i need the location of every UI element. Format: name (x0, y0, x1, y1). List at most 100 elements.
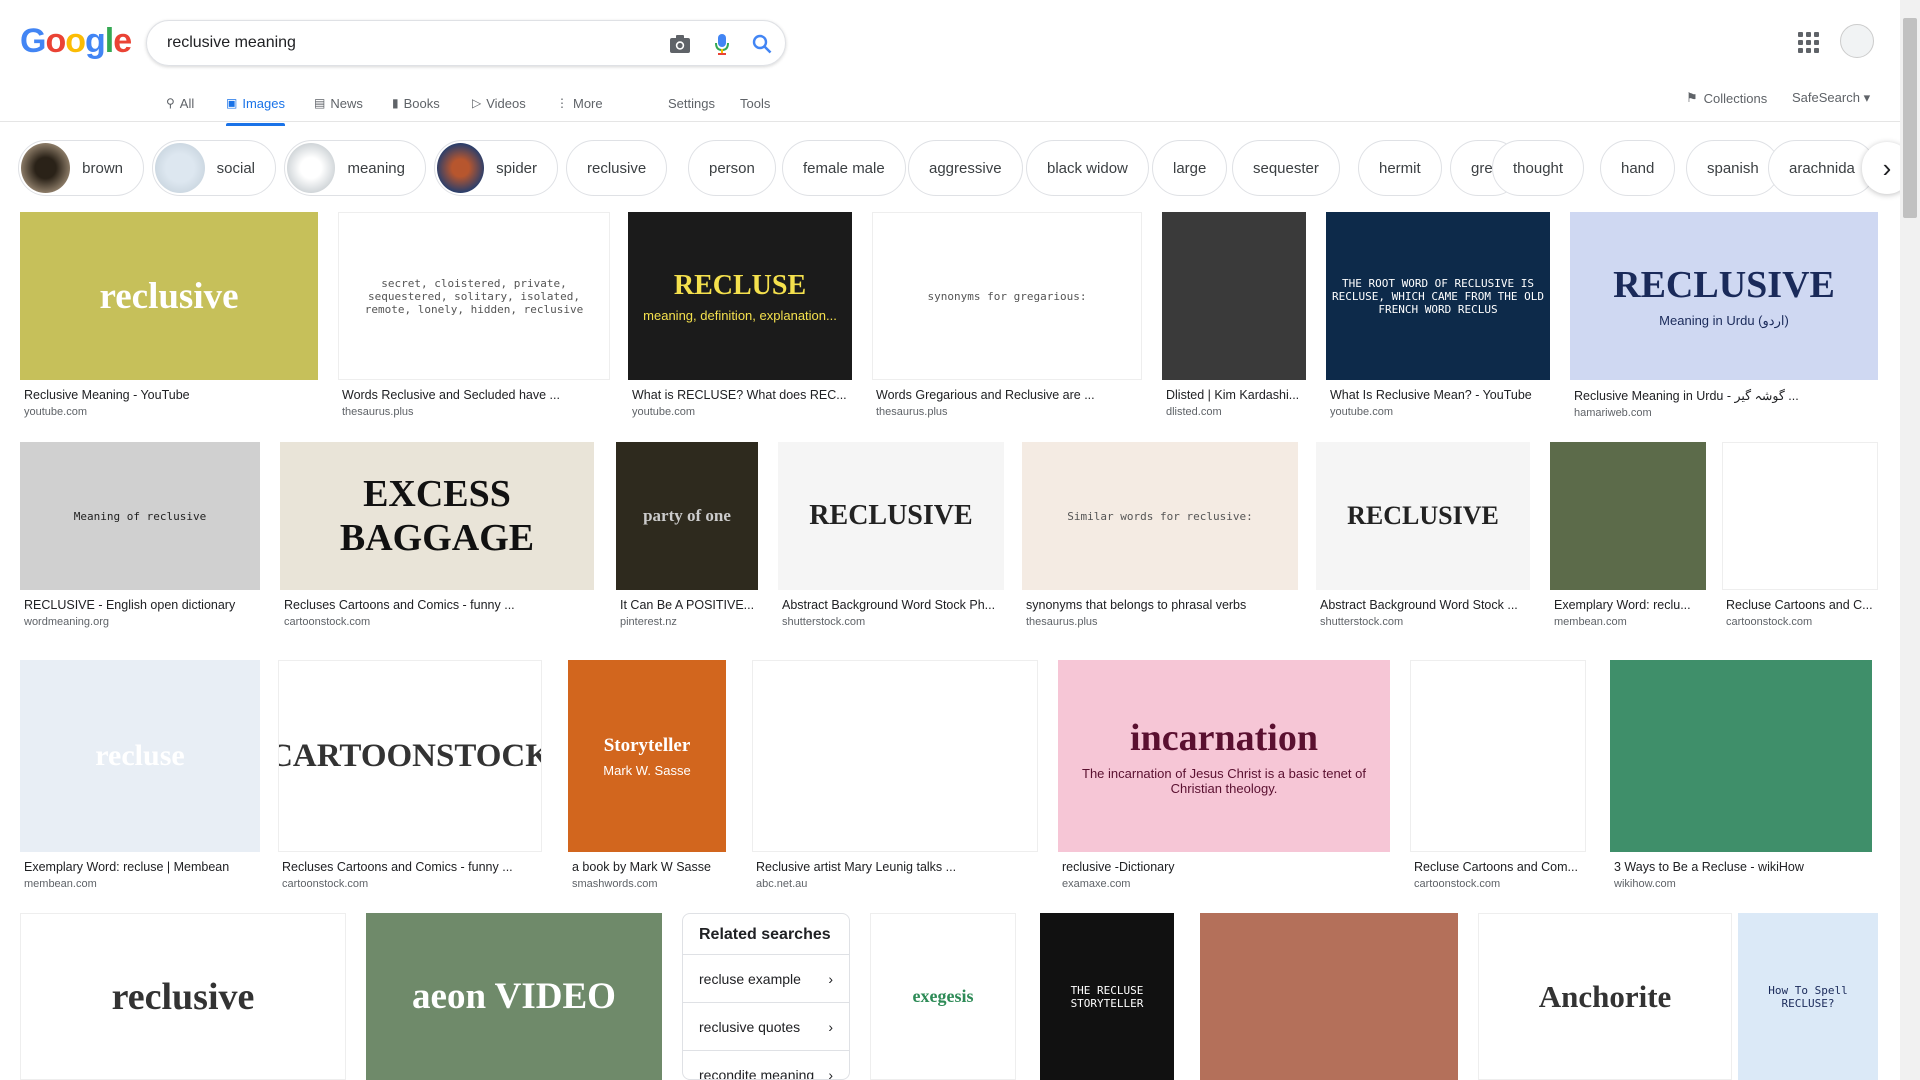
result-domain[interactable]: examaxe.com (1058, 878, 1390, 890)
result-title[interactable]: Exemplary Word: reclu... (1550, 598, 1706, 612)
result-thumbnail[interactable]: Meaning of reclusive (20, 442, 260, 590)
image-result[interactable]: THE ROOT WORD OF RECLUSIVE IS RECLUSE, W… (1326, 212, 1550, 418)
result-thumbnail[interactable]: How To Spell RECLUSE? (1738, 913, 1878, 1080)
result-domain[interactable]: smashwords.com (568, 878, 726, 890)
result-title[interactable]: Reclusive Meaning in Urdu - گوشہ گیر ... (1570, 388, 1878, 403)
result-title[interactable]: Recluses Cartoons and Comics - funny ... (278, 860, 542, 874)
result-thumbnail[interactable] (1162, 212, 1306, 380)
result-title[interactable]: synonyms that belongs to phrasal verbs (1022, 598, 1298, 612)
result-domain[interactable]: abc.net.au (752, 878, 1038, 890)
tab-settings[interactable]: Settings (668, 90, 715, 116)
result-domain[interactable]: cartoonstock.com (278, 878, 542, 890)
result-domain[interactable]: cartoonstock.com (1722, 616, 1878, 628)
result-title[interactable]: Recluses Cartoons and Comics - funny ... (280, 598, 594, 612)
result-thumbnail[interactable]: RECLUSIVE (1316, 442, 1530, 590)
image-result[interactable]: Dlisted | Kim Kardashi... dlisted.com (1162, 212, 1306, 418)
result-title[interactable]: Words Gregarious and Reclusive are ... (872, 388, 1142, 402)
image-result[interactable]: Similar words for reclusive: synonyms tha… (1022, 442, 1298, 628)
chip-hand[interactable]: hand (1600, 140, 1676, 196)
search-input[interactable] (167, 29, 647, 57)
result-thumbnail[interactable]: Anchorite (1478, 913, 1732, 1080)
related-item[interactable]: recondite meaning › (683, 1050, 849, 1079)
result-domain[interactable]: hamariweb.com (1570, 407, 1878, 419)
result-thumbnail[interactable]: RECLUSE meaning, definition, explanation.… (628, 212, 852, 380)
result-domain[interactable]: membean.com (20, 878, 260, 890)
tab-all[interactable]: ⚲ All (166, 90, 194, 116)
collections-link[interactable]: ⚑ Collections (1686, 90, 1767, 106)
image-result[interactable]: 3 Ways to Be a Recluse - wikiHow wikihow.… (1610, 660, 1872, 890)
result-thumbnail[interactable]: exegesis (870, 913, 1016, 1080)
image-result[interactable]: RECLUSIVE Abstract Background Word Stock … (1316, 442, 1530, 628)
result-thumbnail[interactable]: RECLUSIVE (778, 442, 1004, 590)
result-domain[interactable]: youtube.com (1326, 406, 1550, 418)
result-title[interactable]: What is RECLUSE? What does REC... (628, 388, 852, 402)
result-thumbnail[interactable]: synonyms for gregarious: (872, 212, 1142, 380)
result-domain[interactable]: youtube.com (20, 406, 318, 418)
tab-tools[interactable]: Tools (740, 90, 770, 116)
image-result[interactable]: CARTOONSTOCK Recluses Cartoons and Comics… (278, 660, 542, 890)
microphone-icon[interactable] (709, 31, 735, 57)
chip-social[interactable]: social (152, 140, 276, 196)
result-thumbnail[interactable]: Similar words for reclusive: (1022, 442, 1298, 590)
image-result[interactable]: Recluse Cartoons and Com... cartoonstock.… (1410, 660, 1586, 890)
image-result[interactable]: EXCESS BAGGAGE Recluses Cartoons and Comi… (280, 442, 594, 628)
image-result[interactable]: Meaning of reclusive RECLUSIVE - English … (20, 442, 260, 628)
image-result[interactable] (1200, 913, 1458, 1080)
result-domain[interactable]: thesaurus.plus (338, 406, 610, 418)
result-thumbnail[interactable]: reclusive (20, 212, 318, 380)
result-domain[interactable]: membean.com (1550, 616, 1706, 628)
result-thumbnail[interactable]: party of one (616, 442, 758, 590)
chip-large[interactable]: large (1152, 140, 1228, 196)
result-title[interactable]: It Can Be A POSITIVE... (616, 598, 758, 612)
search-icon[interactable] (749, 31, 775, 57)
image-result[interactable]: RECLUSIVE Abstract Background Word Stock … (778, 442, 1004, 628)
image-result[interactable]: How To Spell RECLUSE? (1738, 913, 1878, 1080)
result-domain[interactable]: thesaurus.plus (872, 406, 1142, 418)
result-domain[interactable]: dlisted.com (1162, 406, 1306, 418)
chip-meaning[interactable]: meaning (284, 140, 426, 196)
result-title[interactable]: What Is Reclusive Mean? - YouTube (1326, 388, 1550, 402)
result-title[interactable]: Abstract Background Word Stock ... (1316, 598, 1530, 612)
image-result[interactable]: Anchorite (1478, 913, 1732, 1080)
result-title[interactable]: reclusive -Dictionary (1058, 860, 1390, 874)
result-title[interactable]: Abstract Background Word Stock Ph... (778, 598, 1004, 612)
result-thumbnail[interactable]: Storyteller Mark W. Sasse (568, 660, 726, 852)
chip-spanish[interactable]: spanish (1686, 140, 1780, 196)
apps-grid-icon[interactable] (1796, 30, 1820, 54)
image-result[interactable]: Exemplary Word: reclu... membean.com (1550, 442, 1706, 628)
google-logo[interactable]: Google (20, 22, 132, 61)
result-thumbnail[interactable]: THE ROOT WORD OF RECLUSIVE IS RECLUSE, W… (1326, 212, 1550, 380)
tab-books[interactable]: ▮ Books (392, 90, 440, 116)
result-domain[interactable]: youtube.com (628, 406, 852, 418)
result-title[interactable]: Dlisted | Kim Kardashi... (1162, 388, 1306, 402)
result-thumbnail[interactable]: THE RECLUSE STORYTELLER (1040, 913, 1174, 1080)
result-title[interactable]: Recluse Cartoons and Com... (1410, 860, 1586, 874)
result-domain[interactable]: wordmeaning.org (20, 616, 260, 628)
image-result[interactable]: RECLUSE meaning, definition, explanation.… (628, 212, 852, 418)
image-result[interactable]: Storyteller Mark W. Sasse a book by Mark W… (568, 660, 726, 890)
chip-arachnida[interactable]: arachnida (1768, 140, 1876, 196)
image-result[interactable]: THE RECLUSE STORYTELLER (1040, 913, 1174, 1080)
result-thumbnail[interactable] (752, 660, 1038, 852)
image-result[interactable]: aeon VIDEO (366, 913, 662, 1080)
result-domain[interactable]: pinterest.nz (616, 616, 758, 628)
result-title[interactable]: RECLUSIVE - English open dictionary (20, 598, 260, 612)
chip-person[interactable]: person (688, 140, 776, 196)
result-thumbnail[interactable]: recluse (20, 660, 260, 852)
result-thumbnail[interactable]: RECLUSIVE Meaning in Urdu (اردو) (1570, 212, 1878, 380)
result-title[interactable]: a book by Mark W Sasse (568, 860, 726, 874)
result-thumbnail[interactable] (1722, 442, 1878, 590)
result-title[interactable]: 3 Ways to Be a Recluse - wikiHow (1610, 860, 1872, 874)
result-thumbnail[interactable] (1200, 913, 1458, 1080)
tab-images[interactable]: ▣ Images (226, 90, 285, 126)
result-thumbnail[interactable] (1550, 442, 1706, 590)
result-domain[interactable]: shutterstock.com (1316, 616, 1530, 628)
result-title[interactable]: Exemplary Word: recluse | Membean (20, 860, 260, 874)
camera-icon[interactable] (667, 31, 693, 57)
result-title[interactable]: Reclusive Meaning - YouTube (20, 388, 318, 402)
image-result[interactable]: incarnation The incarnation of Jesus Chri… (1058, 660, 1390, 890)
tab-videos[interactable]: ▷ Videos (472, 90, 526, 116)
image-result[interactable]: party of one It Can Be A POSITIVE... pinte… (616, 442, 758, 628)
chip-reclusive[interactable]: reclusive (566, 140, 668, 196)
chip-spider[interactable]: spider (434, 140, 558, 196)
